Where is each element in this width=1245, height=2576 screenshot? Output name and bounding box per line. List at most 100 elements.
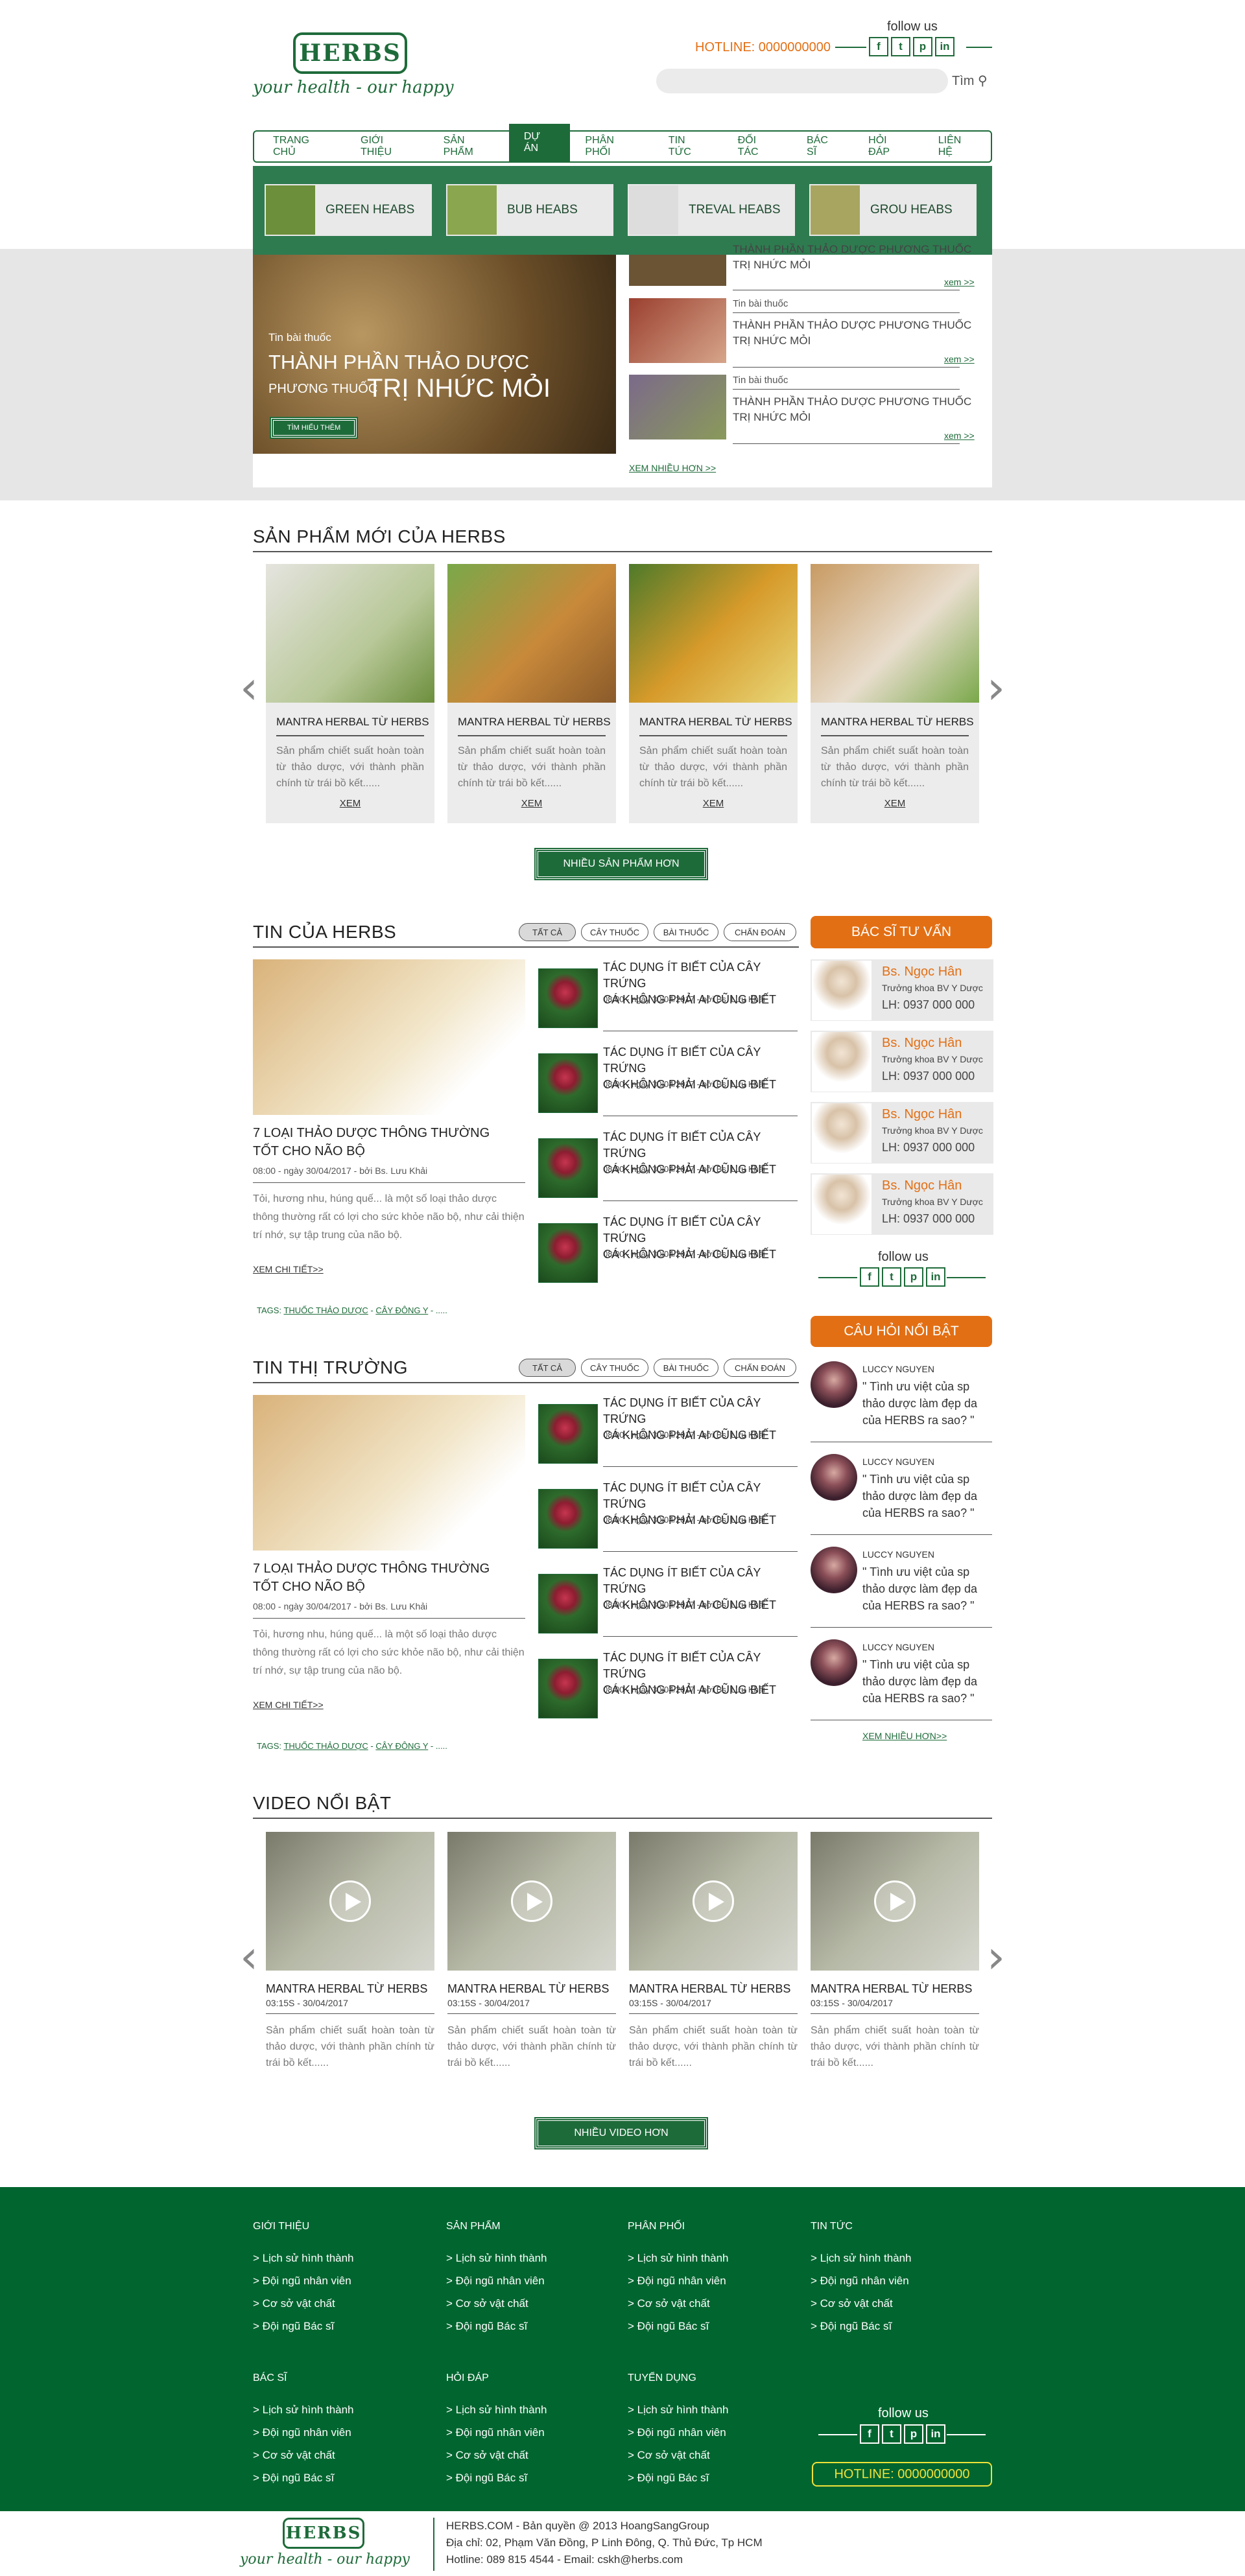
play-icon[interactable] <box>693 1880 734 1922</box>
news-list-item[interactable]: TÁC DỤNG ÍT BIẾT CỦA CÂY TRỨNG CÁ KHÔNG P… <box>538 1395 798 1480</box>
pinterest-icon[interactable]: p <box>904 2424 923 2444</box>
video-card[interactable]: MANTRA HERBAL TỪ HERBS 03:15S - 30/04/20… <box>447 1832 616 2085</box>
filter-diagnosis[interactable]: CHẨN ĐOÁN <box>724 1359 796 1377</box>
footer-link[interactable]: > Lịch sử hình thành <box>253 2398 354 2421</box>
footer-logo[interactable]: HERBS <box>283 2518 364 2549</box>
facebook-icon[interactable]: f <box>869 37 888 56</box>
footer-link[interactable]: > Lịch sử hình thành <box>628 2247 729 2269</box>
footer-link[interactable]: > Đội ngũ nhân viên <box>253 2421 354 2444</box>
filter-all[interactable]: TẤT CẢ <box>519 1359 576 1377</box>
nav-item-news[interactable]: TIN TỨC <box>654 132 723 161</box>
play-icon[interactable] <box>874 1880 916 1922</box>
question-item[interactable]: LUCCY NGUYEN " Tình ưu việt của sp thảo d… <box>811 1639 992 1724</box>
footer-link[interactable]: > Đội ngũ Bác sĩ <box>628 2466 729 2489</box>
article-image[interactable] <box>253 1395 525 1551</box>
search-button[interactable]: Tìm ⚲ <box>952 73 988 89</box>
question-item[interactable]: LUCCY NGUYEN " Tình ưu việt của sp thảo d… <box>811 1547 992 1631</box>
footer-link[interactable]: > Lịch sử hình thành <box>811 2247 912 2269</box>
footer-link[interactable]: > Đội ngũ Bác sĩ <box>446 2466 547 2489</box>
footer-link[interactable]: > Đội ngũ nhân viên <box>811 2269 912 2292</box>
footer-link[interactable]: > Cơ sở vật chất <box>446 2292 547 2315</box>
doctor-card[interactable]: Bs. Ngọc Hân Trưởng khoa BV Y Dược LH: 0… <box>811 959 993 1021</box>
twitter-icon[interactable]: t <box>891 37 910 56</box>
article-title[interactable]: 7 LOẠI THẢO DƯỢC THÔNG THƯỜNG TỐT CHO NÃO… <box>253 1124 490 1160</box>
play-icon[interactable] <box>511 1880 552 1922</box>
mega-item-grou[interactable]: GROU HEABS <box>809 184 977 236</box>
nav-item-home[interactable]: TRANG CHỦ <box>258 132 346 161</box>
nav-item-contact[interactable]: LIÊN HỆ <box>923 132 991 161</box>
filter-remedies[interactable]: BÀI THUỐC <box>654 923 718 941</box>
news-list-item[interactable]: TÁC DỤNG ÍT BIẾT CỦA CÂY TRỨNG CÁ KHÔNG P… <box>538 1565 798 1650</box>
linkedin-icon[interactable]: in <box>935 37 954 56</box>
video-card[interactable]: MANTRA HERBAL TỪ HERBS 03:15S - 30/04/20… <box>811 1832 979 2085</box>
filter-all[interactable]: TẤT CẢ <box>519 923 576 941</box>
footer-link[interactable]: > Đội ngũ Bác sĩ <box>628 2315 729 2337</box>
side-news-item[interactable]: Tin bài thuốc THÀNH PHẦN THẢO DƯỢC PHƯƠN… <box>629 298 979 369</box>
news-list-item[interactable]: TÁC DỤNG ÍT BIẾT CỦA CÂY TRỨNG CÁ KHÔNG P… <box>538 1214 798 1299</box>
footer-link[interactable]: > Cơ sở vật chất <box>253 2292 354 2315</box>
product-card[interactable]: MANTRA HERBAL TỪ HERBS Sản phẩm chiết su… <box>447 564 616 823</box>
product-view-link[interactable]: XEM <box>266 798 434 809</box>
product-view-link[interactable]: XEM <box>629 798 798 809</box>
facebook-icon[interactable]: f <box>860 2424 879 2444</box>
footer-link[interactable]: > Lịch sử hình thành <box>446 2398 547 2421</box>
twitter-icon[interactable]: t <box>882 2424 901 2444</box>
mega-item-treval[interactable]: TREVAL HEABS <box>628 184 795 236</box>
twitter-icon[interactable]: t <box>882 1267 901 1287</box>
facebook-icon[interactable]: f <box>860 1267 879 1287</box>
footer-link[interactable]: > Đội ngũ nhân viên <box>253 2269 354 2292</box>
side-news-more-link[interactable]: XEM NHIỀU HƠN >> <box>629 463 716 473</box>
footer-link[interactable]: > Cơ sở vật chất <box>628 2444 729 2466</box>
news-list-item[interactable]: TÁC DỤNG ÍT BIẾT CỦA CÂY TRỨNG CÁ KHÔNG P… <box>538 1129 798 1214</box>
product-card[interactable]: MANTRA HERBAL TỪ HERBS Sản phẩm chiết su… <box>811 564 979 823</box>
nav-item-doctors[interactable]: BÁC SĨ <box>792 132 853 161</box>
pinterest-icon[interactable]: p <box>904 1267 923 1287</box>
footer-link[interactable]: > Đội ngũ Bác sĩ <box>253 2466 354 2489</box>
news-list-item[interactable]: TÁC DỤNG ÍT BIẾT CỦA CÂY TRỨNG CÁ KHÔNG P… <box>538 1650 798 1735</box>
footer-link[interactable]: > Lịch sử hình thành <box>253 2247 354 2269</box>
news-list-item[interactable]: TÁC DỤNG ÍT BIẾT CỦA CÂY TRỨNG CÁ KHÔNG P… <box>538 1044 798 1129</box>
footer-link[interactable]: > Đội ngũ nhân viên <box>446 2269 547 2292</box>
filter-plants[interactable]: CÂY THUỐC <box>581 923 648 941</box>
tag-link[interactable]: CÂY ĐÔNG Y <box>375 1741 428 1751</box>
carousel-prev-icon[interactable]: ‹ <box>240 1930 258 1984</box>
article-detail-link[interactable]: XEM CHI TIẾT>> <box>253 1264 324 1274</box>
footer-hotline[interactable]: HOTLINE: 0000000000 <box>812 2462 992 2487</box>
more-videos-button[interactable]: NHIỀU VIDEO HƠN <box>534 2117 708 2149</box>
news-more-link[interactable]: xem >> <box>944 430 975 441</box>
tag-link[interactable]: CÂY ĐÔNG Y <box>375 1306 428 1315</box>
doctor-card[interactable]: Bs. Ngọc Hân Trưởng khoa BV Y Dược LH: 0… <box>811 1173 993 1235</box>
footer-link[interactable]: > Đội ngũ Bác sĩ <box>446 2315 547 2337</box>
doctor-card[interactable]: Bs. Ngọc Hân Trưởng khoa BV Y Dược LH: 0… <box>811 1031 993 1092</box>
video-card[interactable]: MANTRA HERBAL TỪ HERBS 03:15S - 30/04/20… <box>266 1832 434 2085</box>
question-item[interactable]: LUCCY NGUYEN " Tình ưu việt của sp thảo d… <box>811 1454 992 1538</box>
article-detail-link[interactable]: XEM CHI TIẾT>> <box>253 1700 324 1710</box>
news-more-link[interactable]: xem >> <box>944 354 975 364</box>
article-title[interactable]: 7 LOẠI THẢO DƯỢC THÔNG THƯỜNG TỐT CHO NÃO… <box>253 1560 490 1596</box>
product-card[interactable]: MANTRA HERBAL TỪ HERBS Sản phẩm chiết su… <box>266 564 434 823</box>
filter-plants[interactable]: CÂY THUỐC <box>581 1359 648 1377</box>
product-card[interactable]: MANTRA HERBAL TỪ HERBS Sản phẩm chiết su… <box>629 564 798 823</box>
mega-item-bub[interactable]: BUB HEABS <box>446 184 613 236</box>
side-news-item[interactable]: THÀNH PHẦN THẢO DƯỢC PHƯƠNG THUỐC TRỊ NHỨ… <box>629 243 979 294</box>
hero-learn-more-button[interactable]: TÌM HIỂU THÊM <box>270 417 358 439</box>
linkedin-icon[interactable]: in <box>926 1267 945 1287</box>
carousel-next-icon[interactable]: › <box>987 661 1005 714</box>
footer-link[interactable]: > Đội ngũ nhân viên <box>628 2421 729 2444</box>
product-view-link[interactable]: XEM <box>447 798 616 809</box>
nav-item-faq[interactable]: HỎI ĐÁP <box>853 132 923 161</box>
logo[interactable]: HERBS <box>293 32 407 74</box>
pinterest-icon[interactable]: p <box>913 37 932 56</box>
filter-remedies[interactable]: BÀI THUỐC <box>654 1359 718 1377</box>
footer-link[interactable]: > Đội ngũ Bác sĩ <box>811 2315 912 2337</box>
nav-item-partners[interactable]: ĐỐI TÁC <box>723 132 792 161</box>
footer-link[interactable]: > Cơ sở vật chất <box>446 2444 547 2466</box>
questions-more-link[interactable]: XEM NHIỀU HƠN>> <box>862 1731 947 1741</box>
play-icon[interactable] <box>329 1880 371 1922</box>
nav-item-distribution[interactable]: PHÂN PHỐI <box>570 132 653 161</box>
news-list-item[interactable]: TÁC DỤNG ÍT BIẾT CỦA CÂY TRỨNG CÁ KHÔNG P… <box>538 1480 798 1565</box>
filter-diagnosis[interactable]: CHẨN ĐOÁN <box>724 923 796 941</box>
carousel-prev-icon[interactable]: ‹ <box>240 661 258 714</box>
product-view-link[interactable]: XEM <box>811 798 979 809</box>
question-item[interactable]: LUCCY NGUYEN " Tình ưu việt của sp thảo d… <box>811 1361 992 1446</box>
